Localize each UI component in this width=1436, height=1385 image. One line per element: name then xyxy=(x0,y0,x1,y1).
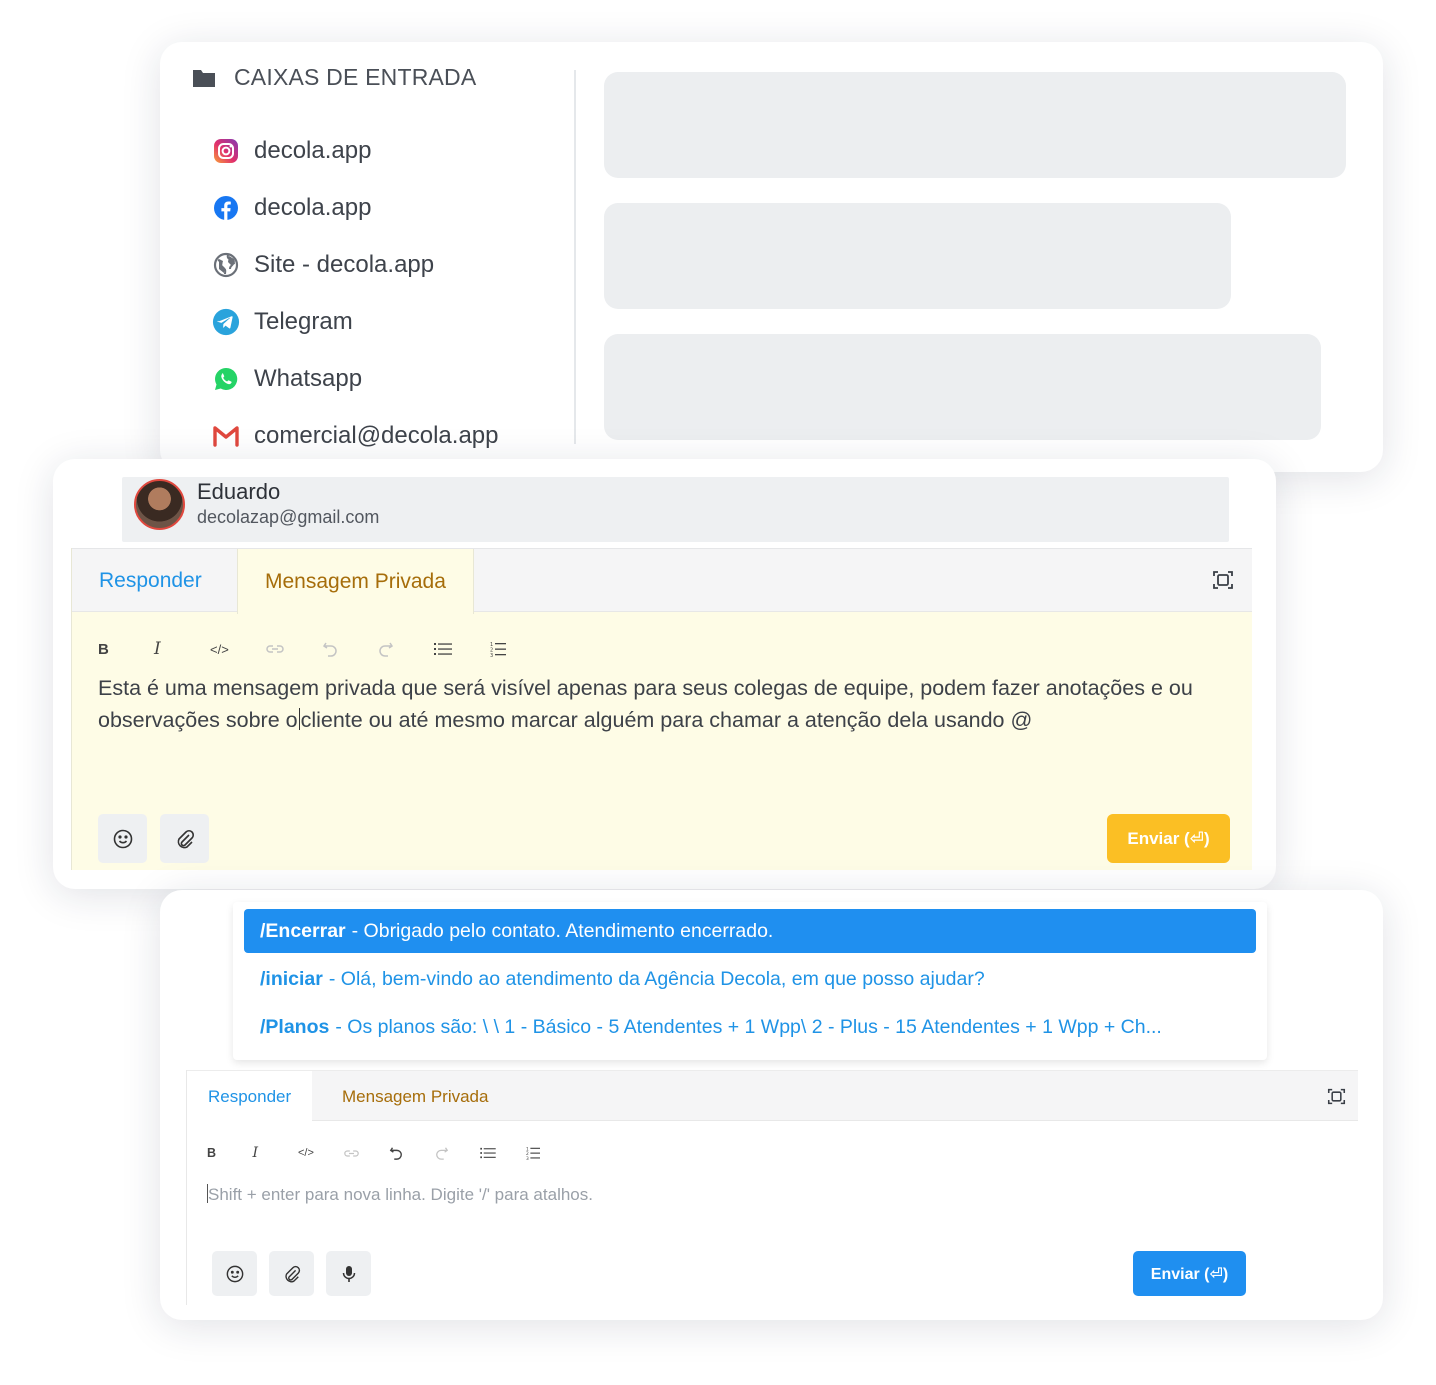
undo-icon[interactable] xyxy=(322,636,378,662)
gmail-icon xyxy=(212,422,240,450)
tab-private-message[interactable]: Mensagem Privada xyxy=(237,549,474,614)
tab-reply[interactable]: Responder xyxy=(72,549,229,613)
send-button[interactable]: Enviar (⏎) xyxy=(1107,814,1230,863)
contact-name: Eduardo xyxy=(197,479,281,504)
message-placeholder: Shift + enter para nova linha. Digite '/… xyxy=(208,1185,593,1204)
attach-button[interactable] xyxy=(160,814,209,863)
inboxes-card: CAIXAS DE ENTRADA decola.app decola.app xyxy=(160,42,1383,472)
microphone-icon xyxy=(342,1265,355,1282)
divider xyxy=(574,70,576,444)
ordered-list-icon[interactable]: 123 xyxy=(526,1140,572,1166)
canned-response-list: /Encerrar - Obrigado pelo contato. Atend… xyxy=(233,902,1267,1060)
skeleton-placeholder xyxy=(604,334,1321,440)
message-text[interactable]: Esta é uma mensagem privada que será vis… xyxy=(98,672,1238,736)
message-text-end: cliente ou até mesmo marcar alguém para … xyxy=(300,708,1033,732)
format-toolbar: B I </> 123 xyxy=(207,1140,571,1166)
svg-text:3: 3 xyxy=(490,653,493,657)
globe-icon xyxy=(212,251,240,279)
inbox-item-gmail[interactable]: comercial@decola.app xyxy=(212,407,499,464)
canned-text: - Os planos são: \ \ 1 - Básico - 5 Aten… xyxy=(335,1015,1162,1038)
paperclip-icon xyxy=(284,1265,300,1282)
emoji-button[interactable] xyxy=(98,814,147,863)
facebook-icon xyxy=(212,194,240,222)
code-button[interactable]: </> xyxy=(210,636,266,662)
instagram-icon xyxy=(212,137,240,165)
inbox-label: decola.app xyxy=(254,136,372,164)
skeleton-placeholder xyxy=(604,72,1346,178)
emoji-button[interactable] xyxy=(212,1251,257,1296)
italic-button[interactable]: I xyxy=(253,1140,299,1166)
redo-icon[interactable] xyxy=(378,636,434,662)
emoji-icon xyxy=(226,1265,243,1282)
bold-button[interactable]: B xyxy=(207,1140,253,1166)
inbox-item-telegram[interactable]: Telegram xyxy=(212,293,499,350)
inbox-item-whatsapp[interactable]: Whatsapp xyxy=(212,350,499,407)
editor-tabs: Responder Mensagem Privada xyxy=(187,1070,1358,1123)
inbox-label: Site - decola.app xyxy=(254,250,435,278)
canned-responses-card: /Encerrar - Obrigado pelo contato. Atend… xyxy=(160,890,1383,1320)
record-audio-button[interactable] xyxy=(326,1251,371,1296)
bullet-list-icon[interactable] xyxy=(434,636,490,662)
svg-text:3: 3 xyxy=(526,1156,529,1160)
skeleton-placeholder xyxy=(604,203,1231,309)
message-input[interactable]: Shift + enter para nova linha. Digite '/… xyxy=(207,1184,593,1205)
bold-button[interactable]: B xyxy=(98,636,154,662)
editor-tabs: Responder Mensagem Privada xyxy=(72,548,1252,614)
expand-icon[interactable] xyxy=(1212,569,1234,596)
expand-icon[interactable] xyxy=(1327,1087,1346,1111)
inbox-label: Whatsapp xyxy=(254,364,363,392)
undo-icon[interactable] xyxy=(389,1140,435,1166)
canned-response-item[interactable]: /Planos - Os planos são: \ \ 1 - Básico … xyxy=(244,1005,1256,1049)
contact-email: decolazap@gmail.com xyxy=(197,507,380,527)
canned-text: - Olá, bem-vindo ao atendimento da Agênc… xyxy=(328,967,985,990)
bullet-list-icon[interactable] xyxy=(480,1140,526,1166)
contact-header: Eduardo decolazap@gmail.com xyxy=(122,477,1229,542)
inboxes-header: CAIXAS DE ENTRADA xyxy=(192,64,476,91)
italic-button[interactable]: I xyxy=(154,636,210,662)
emoji-icon xyxy=(113,829,132,848)
redo-icon[interactable] xyxy=(435,1140,481,1166)
inbox-label: Telegram xyxy=(254,307,353,335)
whatsapp-icon xyxy=(212,365,240,393)
reply-editor: Responder Mensagem Privada B I </> 1 2 3… xyxy=(186,1070,1358,1305)
code-button[interactable]: </> xyxy=(298,1140,344,1166)
format-toolbar: B I </> 123 xyxy=(98,636,546,662)
inbox-item-site[interactable]: Site - decola.app xyxy=(212,236,499,293)
inbox-item-instagram[interactable]: decola.app xyxy=(212,122,499,179)
inbox-label: comercial@decola.app xyxy=(254,421,499,449)
avatar xyxy=(134,479,185,530)
canned-shortcut: /Planos xyxy=(260,1015,330,1038)
text-caret xyxy=(298,708,300,730)
canned-shortcut: /Encerrar xyxy=(260,919,346,942)
ordered-list-icon[interactable]: 123 xyxy=(490,636,546,662)
tab-private-message[interactable]: Mensagem Privada xyxy=(321,1071,509,1122)
canned-response-item[interactable]: /Encerrar - Obrigado pelo contato. Atend… xyxy=(244,909,1256,953)
link-icon[interactable] xyxy=(343,1140,390,1166)
private-message-editor: Responder Mensagem Privada B I </> 1 2 3… xyxy=(71,548,1252,870)
canned-shortcut: /iniciar xyxy=(260,967,323,990)
paperclip-icon xyxy=(177,829,194,848)
canned-response-item[interactable]: /iniciar - Olá, bem-vindo ao atendimento… xyxy=(244,957,1256,1001)
link-icon[interactable] xyxy=(266,636,322,662)
attach-button[interactable] xyxy=(269,1251,314,1296)
canned-text: - Obrigado pelo contato. Atendimento enc… xyxy=(351,919,774,942)
inbox-item-facebook[interactable]: decola.app xyxy=(212,179,499,236)
inbox-label: decola.app xyxy=(254,193,372,221)
private-message-card: Eduardo decolazap@gmail.com Responder Me… xyxy=(53,459,1276,889)
inboxes-title: CAIXAS DE ENTRADA xyxy=(234,64,477,90)
inbox-list: decola.app decola.app Site - decola.app … xyxy=(212,122,499,464)
tab-reply[interactable]: Responder xyxy=(187,1071,313,1123)
send-button[interactable]: Enviar (⏎) xyxy=(1133,1251,1246,1296)
folder-icon xyxy=(193,69,215,87)
telegram-icon xyxy=(212,308,240,336)
